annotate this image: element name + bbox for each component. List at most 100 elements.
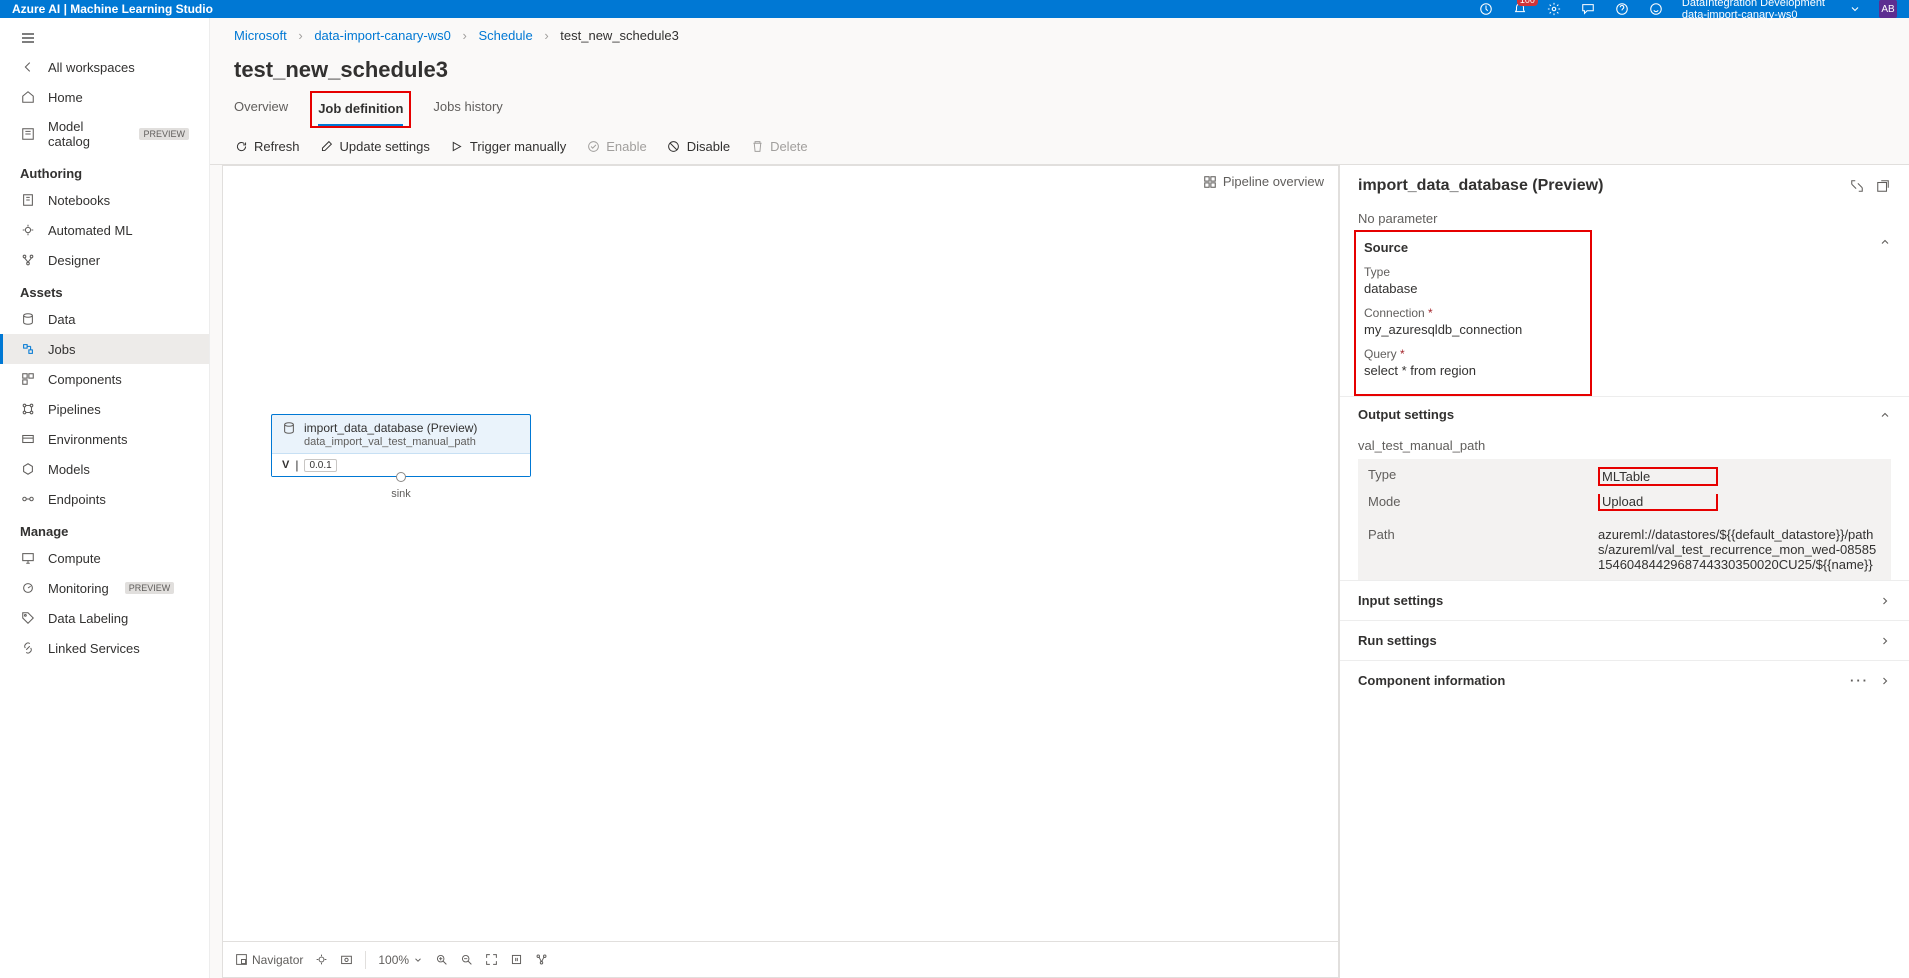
input-settings-section[interactable]: Input settings <box>1340 580 1909 620</box>
sidebar-item-label: All workspaces <box>48 60 135 75</box>
output-settings-header: Output settings <box>1358 407 1454 422</box>
tab-overview[interactable]: Overview <box>234 91 288 128</box>
sidebar-item-compute[interactable]: Compute <box>0 543 209 573</box>
notification-badge: 100 <box>1517 0 1538 6</box>
avatar[interactable]: AB <box>1879 0 1897 18</box>
chevron-right-icon <box>1879 635 1891 647</box>
auto-layout-icon[interactable] <box>535 953 548 966</box>
sidebar-item-label: Model catalog <box>48 119 123 149</box>
enable-button: Enable <box>586 139 646 154</box>
disable-button[interactable]: Disable <box>667 139 730 154</box>
update-settings-button[interactable]: Update settings <box>320 139 430 154</box>
chevron-up-icon[interactable] <box>1879 409 1891 421</box>
chevron-right-icon: › <box>298 28 302 43</box>
sidebar-item-designer[interactable]: Designer <box>0 245 209 275</box>
sidebar-item-monitoring[interactable]: MonitoringPREVIEW <box>0 573 209 603</box>
sidebar-item-models[interactable]: Models <box>0 454 209 484</box>
canvas-toolbar: Navigator 100% <box>223 941 1338 977</box>
sidebar: All workspaces Home Model catalog PREVIE… <box>0 18 210 978</box>
expand-icon[interactable] <box>1849 178 1865 194</box>
sidebar-item-label: Models <box>48 462 90 477</box>
disable-icon <box>667 140 681 154</box>
chevron-down-icon[interactable] <box>1849 3 1861 15</box>
tab-jobs-history[interactable]: Jobs history <box>433 91 502 128</box>
notebook-icon <box>20 192 36 208</box>
pipelines-icon <box>20 401 36 417</box>
clock-icon[interactable] <box>1478 1 1494 17</box>
sidebar-all-workspaces[interactable]: All workspaces <box>0 52 209 82</box>
chevron-right-icon <box>1879 675 1891 687</box>
output-path-label: Path <box>1368 527 1598 572</box>
more-icon[interactable]: ··· <box>1850 673 1869 688</box>
annotation-highlight: MLTable <box>1598 467 1718 486</box>
zoom-in-icon[interactable] <box>435 953 448 966</box>
refresh-button[interactable]: Refresh <box>234 139 300 154</box>
breadcrumb: Microsoft › data-import-canary-ws0 › Sch… <box>210 18 1909 43</box>
output-port[interactable] <box>396 472 406 482</box>
properties-panel: import_data_database (Preview) No parame… <box>1339 165 1909 978</box>
sidebar-item-endpoints[interactable]: Endpoints <box>0 484 209 514</box>
sidebar-item-label: Components <box>48 372 122 387</box>
sidebar-item-jobs[interactable]: Jobs <box>0 334 209 364</box>
button-label: Disable <box>687 139 730 154</box>
chevron-up-icon[interactable] <box>1879 236 1891 248</box>
sidebar-item-label: Notebooks <box>48 193 110 208</box>
run-settings-label: Run settings <box>1358 633 1437 648</box>
popout-icon[interactable] <box>1875 178 1891 194</box>
crumb-microsoft[interactable]: Microsoft <box>234 28 287 43</box>
sidebar-item-home[interactable]: Home <box>0 82 209 112</box>
snapshot-icon[interactable] <box>340 953 353 966</box>
output-mode-label: Mode <box>1368 494 1598 511</box>
crumb-schedule[interactable]: Schedule <box>478 28 532 43</box>
sidebar-item-environments[interactable]: Environments <box>0 424 209 454</box>
zoom-out-icon[interactable] <box>460 953 473 966</box>
smiley-icon[interactable] <box>1648 1 1664 17</box>
notifications-icon[interactable]: 100 <box>1512 1 1528 17</box>
pipeline-overview-button[interactable]: Pipeline overview <box>1203 174 1324 189</box>
tab-job-definition[interactable]: Job definition <box>318 93 403 126</box>
sidebar-item-linked-services[interactable]: Linked Services <box>0 633 209 663</box>
navigator-button[interactable]: Navigator <box>235 953 303 967</box>
fit-screen-icon[interactable] <box>485 953 498 966</box>
no-parameter-text: No parameter <box>1340 207 1909 230</box>
link-icon <box>20 640 36 656</box>
page-title: test_new_schedule3 <box>210 43 1909 91</box>
node-subtitle: data_import_val_test_manual_path <box>304 435 477 449</box>
feedback-icon[interactable] <box>1580 1 1596 17</box>
locate-icon[interactable] <box>315 953 328 966</box>
sidebar-section-assets: Assets <box>0 275 209 304</box>
port-label: sink <box>391 488 411 500</box>
zoom-level[interactable]: 100% <box>378 953 423 967</box>
trigger-manually-button[interactable]: Trigger manually <box>450 139 566 154</box>
actual-size-icon[interactable] <box>510 953 523 966</box>
sidebar-item-label: Pipelines <box>48 402 101 417</box>
jobs-icon <box>20 341 36 357</box>
help-icon[interactable] <box>1614 1 1630 17</box>
sidebar-item-label: Data Labeling <box>48 611 128 626</box>
settings-icon[interactable] <box>1546 1 1562 17</box>
sidebar-item-data[interactable]: Data <box>0 304 209 334</box>
automl-icon <box>20 222 36 238</box>
node-title: import_data_database (Preview) <box>304 421 477 435</box>
output-name: val_test_manual_path <box>1340 432 1909 459</box>
sidebar-item-label: Endpoints <box>48 492 106 507</box>
navigator-label: Navigator <box>252 953 303 967</box>
annotation-highlight: Upload <box>1598 494 1718 511</box>
data-icon <box>20 311 36 327</box>
sidebar-item-notebooks[interactable]: Notebooks <box>0 185 209 215</box>
type-label: Type <box>1364 265 1582 279</box>
sidebar-item-label: Jobs <box>48 342 75 357</box>
menu-toggle[interactable] <box>0 24 209 52</box>
crumb-workspace[interactable]: data-import-canary-ws0 <box>314 28 451 43</box>
sidebar-item-automl[interactable]: Automated ML <box>0 215 209 245</box>
compute-icon <box>20 550 36 566</box>
sidebar-item-model-catalog[interactable]: Model catalog PREVIEW <box>0 112 209 156</box>
sidebar-item-components[interactable]: Components <box>0 364 209 394</box>
run-settings-section[interactable]: Run settings <box>1340 620 1909 660</box>
sidebar-item-data-labeling[interactable]: Data Labeling <box>0 603 209 633</box>
pipeline-node[interactable]: import_data_database (Preview) data_impo… <box>271 414 531 477</box>
pipeline-canvas[interactable]: import_data_database (Preview) data_impo… <box>223 194 1338 937</box>
sidebar-item-label: Environments <box>48 432 127 447</box>
component-info-section[interactable]: Component information ··· <box>1340 660 1909 700</box>
sidebar-item-pipelines[interactable]: Pipelines <box>0 394 209 424</box>
